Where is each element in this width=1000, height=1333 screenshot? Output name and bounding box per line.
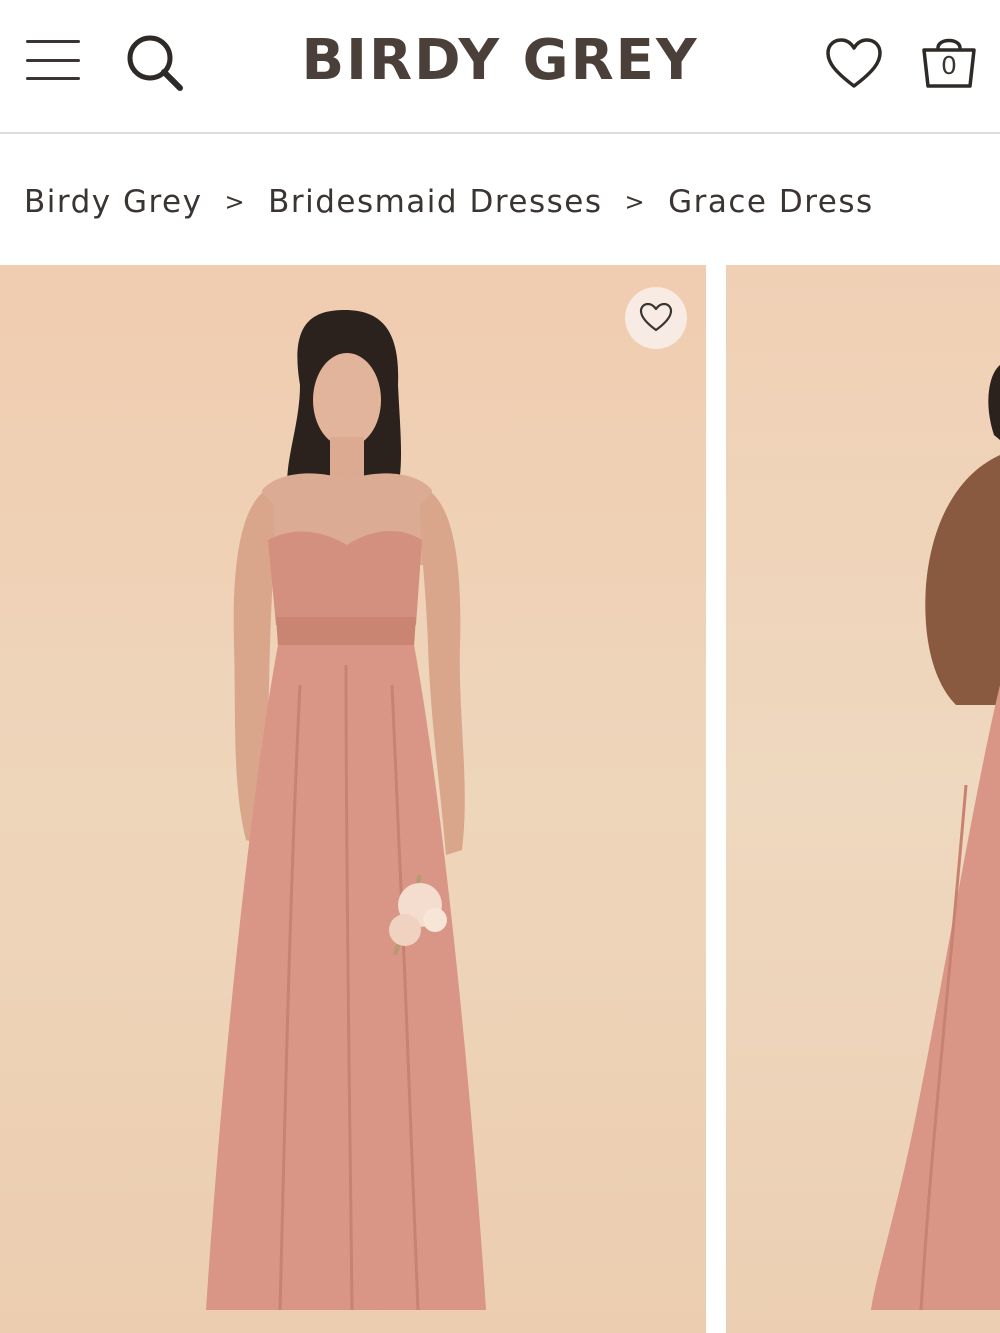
breadcrumb-separator: > — [224, 188, 247, 216]
product-image-front[interactable] — [0, 265, 706, 1333]
breadcrumb-item-category[interactable]: Bridesmaid Dresses — [268, 184, 602, 220]
favorite-heart-button[interactable] — [625, 287, 687, 349]
heart-icon — [639, 302, 673, 332]
hamburger-menu-icon[interactable] — [26, 40, 80, 80]
breadcrumb: Birdy Grey > Bridesmaid Dresses > Grace … — [24, 180, 874, 224]
product-image-back[interactable] — [726, 265, 1000, 1333]
model-back-image — [871, 365, 1000, 1311]
cart-count: 0 — [941, 51, 957, 80]
shopping-bag-icon[interactable]: 0 — [918, 30, 980, 92]
model-front-image — [206, 310, 486, 1311]
site-header: BIRDY GREY 0 — [0, 0, 1000, 134]
wishlist-heart-icon[interactable] — [824, 36, 884, 92]
breadcrumb-item-current: Grace Dress — [668, 184, 874, 220]
site-logo[interactable]: BIRDY GREY — [300, 28, 700, 94]
product-image-gallery[interactable] — [0, 265, 1000, 1333]
breadcrumb-item-home[interactable]: Birdy Grey — [24, 184, 202, 220]
breadcrumb-separator: > — [624, 188, 647, 216]
search-icon[interactable] — [124, 32, 184, 92]
